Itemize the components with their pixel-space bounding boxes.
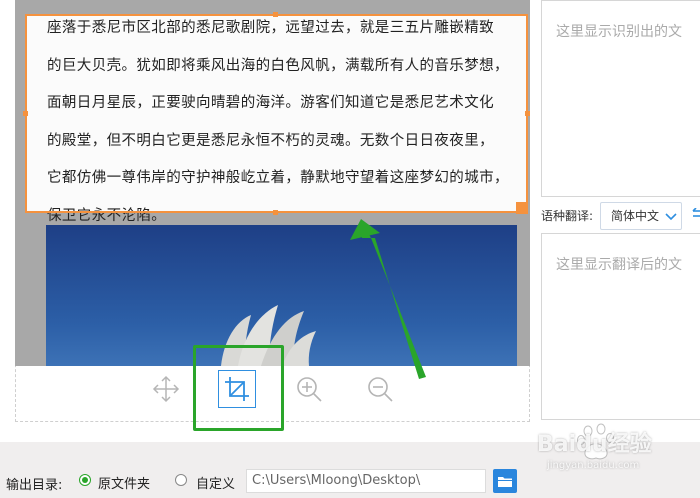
language-select[interactable]: 简体中文 bbox=[600, 202, 682, 230]
radio-custom[interactable] bbox=[175, 474, 187, 486]
translated-placeholder: 这里显示翻译后的文 bbox=[556, 257, 682, 273]
radio-original-folder[interactable] bbox=[79, 474, 91, 486]
swap-language-icon[interactable] bbox=[692, 208, 700, 222]
translation-label: 语种翻译: bbox=[541, 209, 594, 223]
radio-original-folder-label[interactable]: 原文件夹 bbox=[98, 473, 150, 492]
watermark: Baidu经验 jingyan.baidu.com bbox=[533, 420, 698, 490]
language-value: 简体中文 bbox=[611, 209, 660, 223]
radio-custom-label[interactable]: 自定义 bbox=[196, 473, 235, 492]
folder-icon bbox=[498, 476, 512, 487]
watermark-brand: Baidu经验 bbox=[537, 432, 652, 457]
translated-text-box[interactable]: 这里显示翻译后的文 bbox=[541, 233, 700, 420]
browse-folder-button[interactable] bbox=[493, 469, 517, 493]
recognized-text-box[interactable]: 这里显示识别出的文 bbox=[541, 0, 700, 197]
output-path-input[interactable]: C:\Users\Mloong\Desktop\ bbox=[246, 469, 486, 493]
output-directory-label: 输出目录: bbox=[6, 478, 63, 493]
watermark-url: jingyan.baidu.com bbox=[547, 460, 640, 471]
chevron-down-icon bbox=[665, 213, 677, 221]
recognized-placeholder: 这里显示识别出的文 bbox=[556, 24, 682, 40]
